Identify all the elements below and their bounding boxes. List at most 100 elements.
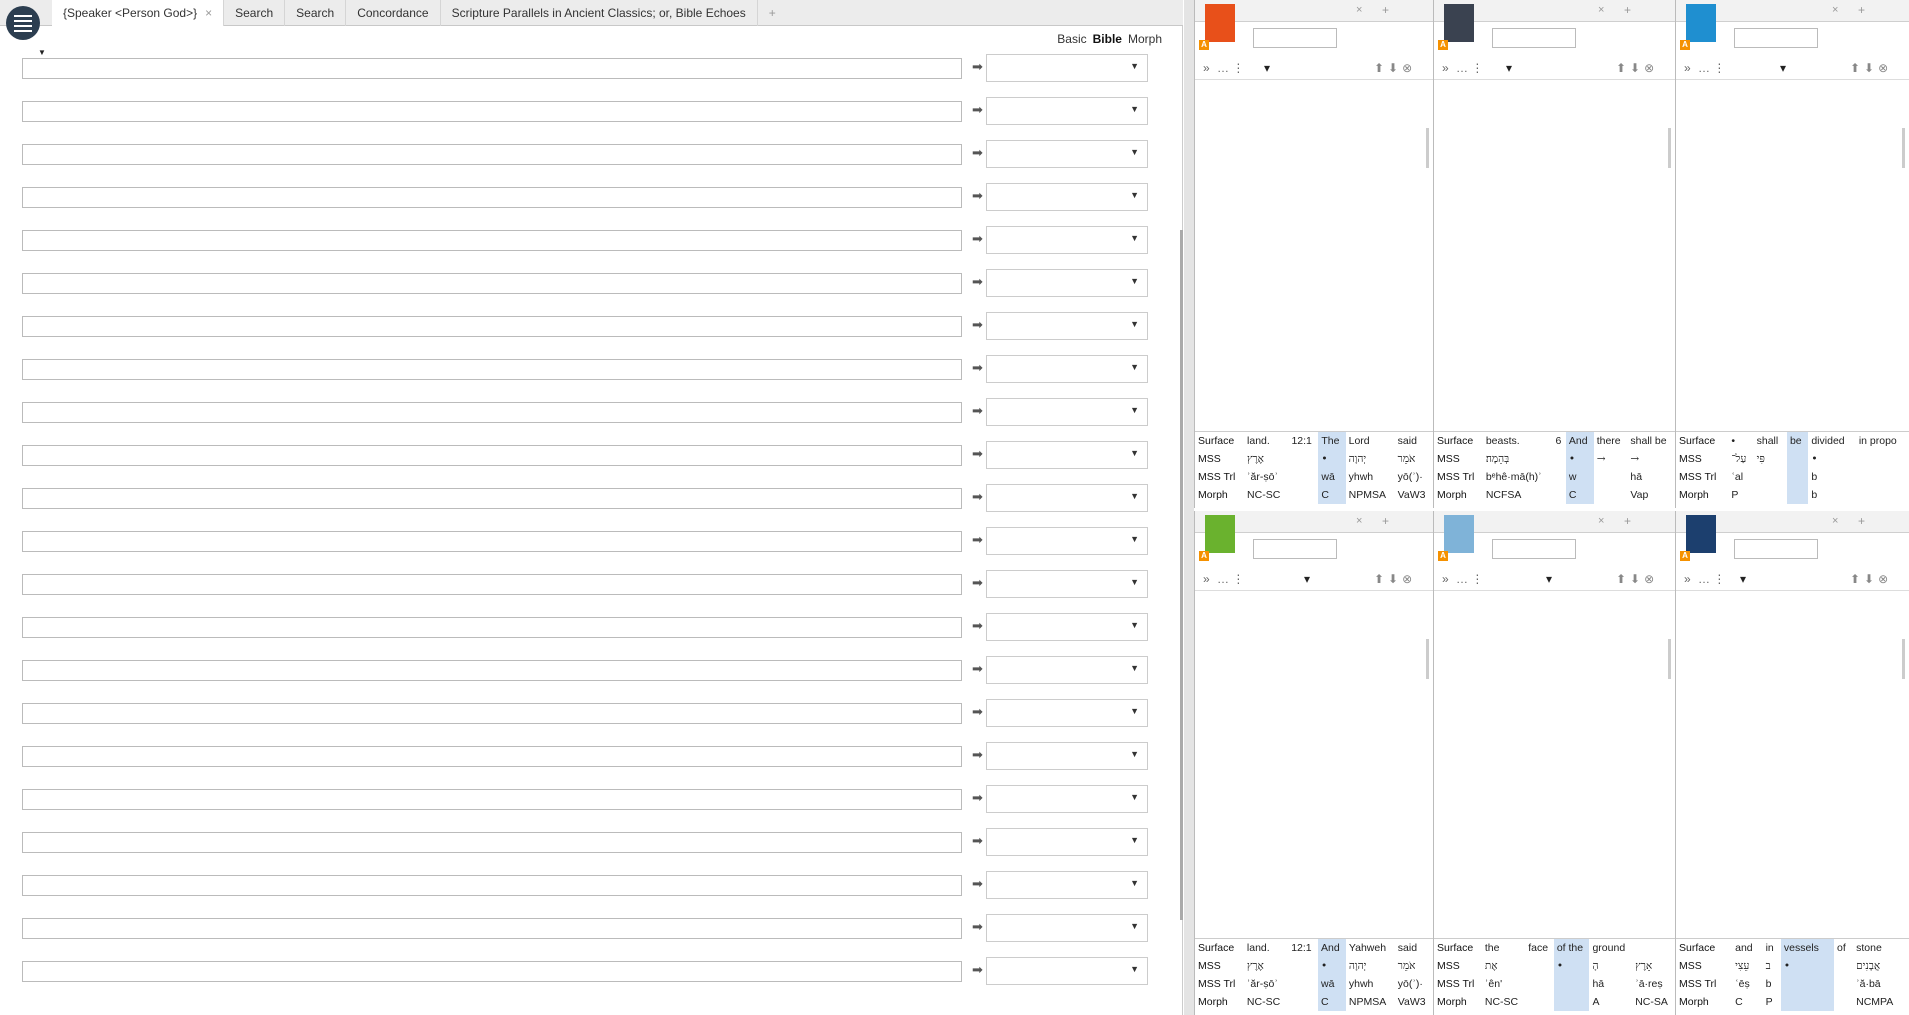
rule-query-input[interactable] xyxy=(22,703,962,724)
rule-query-input[interactable] xyxy=(22,918,962,939)
more-icon[interactable]: … ⋮ xyxy=(1698,572,1725,586)
book-cover[interactable] xyxy=(1205,515,1235,553)
expand-icon[interactable]: » xyxy=(1684,61,1691,75)
more-icon[interactable]: … ⋮ xyxy=(1217,61,1244,75)
formatting-dropdown[interactable]: ▼ xyxy=(986,699,1148,727)
rule-query-input[interactable] xyxy=(22,617,962,638)
more-icon[interactable]: … ⋮ xyxy=(1456,572,1483,586)
plus-icon[interactable]: + xyxy=(1858,514,1865,528)
scroll-mode-dropdown[interactable]: ▾ xyxy=(1506,61,1512,75)
formatting-dropdown[interactable]: ▼ xyxy=(986,183,1148,211)
pane-scrollbar[interactable] xyxy=(1665,599,1673,899)
pane-scrollbar[interactable] xyxy=(1423,599,1431,899)
formatting-dropdown[interactable]: ▼ xyxy=(986,355,1148,383)
rule-query-input[interactable] xyxy=(22,445,962,466)
nav-icons[interactable]: ⬆⬇⊗ xyxy=(1374,572,1416,586)
formatting-dropdown[interactable]: ▼ xyxy=(986,785,1148,813)
nav-icons[interactable]: ⬆⬇⊗ xyxy=(1850,61,1892,75)
nav-icons[interactable]: ⬆⬇⊗ xyxy=(1374,61,1416,75)
scroll-mode-dropdown[interactable]: ▾ xyxy=(1304,572,1310,586)
reference-box[interactable] xyxy=(1492,539,1576,559)
more-icon[interactable]: … ⋮ xyxy=(1217,572,1244,586)
menu-caret-icon[interactable]: ▼ xyxy=(38,48,46,57)
rule-query-input[interactable] xyxy=(22,359,962,380)
tab-3[interactable]: Concordance xyxy=(346,0,441,26)
book-cover[interactable] xyxy=(1686,4,1716,42)
formatting-dropdown[interactable]: ▼ xyxy=(986,312,1148,340)
formatting-dropdown[interactable]: ▼ xyxy=(986,527,1148,555)
formatting-dropdown[interactable]: ▼ xyxy=(986,656,1148,684)
rule-query-input[interactable] xyxy=(22,746,962,767)
rule-query-input[interactable] xyxy=(22,531,962,552)
close-icon[interactable]: × xyxy=(205,6,212,20)
formatting-dropdown[interactable]: ▼ xyxy=(986,828,1148,856)
rule-query-input[interactable] xyxy=(22,273,962,294)
formatting-dropdown[interactable]: ▼ xyxy=(986,914,1148,942)
rule-query-input[interactable] xyxy=(22,187,962,208)
close-icon[interactable]: × xyxy=(1598,4,1604,16)
tab-1[interactable]: Search xyxy=(224,0,286,26)
reference-box[interactable] xyxy=(1253,28,1337,48)
more-icon[interactable]: … ⋮ xyxy=(1698,61,1725,75)
splitter[interactable] xyxy=(1184,0,1194,1015)
book-cover[interactable] xyxy=(1686,515,1716,553)
rule-query-input[interactable] xyxy=(22,144,962,165)
rule-query-input[interactable] xyxy=(22,316,962,337)
scrollbar[interactable] xyxy=(1180,230,1183,920)
close-icon[interactable]: × xyxy=(1598,515,1604,527)
scroll-mode-dropdown[interactable]: ▾ xyxy=(1546,572,1552,586)
rule-query-input[interactable] xyxy=(22,574,962,595)
nav-icons[interactable]: ⬆⬇⊗ xyxy=(1850,572,1892,586)
formatting-dropdown[interactable]: ▼ xyxy=(986,570,1148,598)
close-icon[interactable]: × xyxy=(1356,4,1362,16)
formatting-dropdown[interactable]: ▼ xyxy=(986,398,1148,426)
pane-scrollbar[interactable] xyxy=(1899,599,1907,899)
close-icon[interactable]: × xyxy=(1356,515,1362,527)
menu-icon[interactable] xyxy=(6,6,40,40)
scroll-mode-dropdown[interactable]: ▾ xyxy=(1264,61,1270,75)
find-input[interactable] xyxy=(22,961,962,982)
rule-query-input[interactable] xyxy=(22,402,962,423)
scroll-mode-dropdown[interactable]: ▾ xyxy=(1740,572,1746,586)
formatting-dropdown[interactable]: ▼ xyxy=(986,226,1148,254)
formatting-dropdown[interactable]: ▼ xyxy=(986,441,1148,469)
expand-icon[interactable]: » xyxy=(1203,61,1210,75)
tab-4[interactable]: Scripture Parallels in Ancient Classics;… xyxy=(441,0,758,26)
rule-query-input[interactable] xyxy=(22,789,962,810)
rule-query-input[interactable] xyxy=(22,660,962,681)
reference-box[interactable] xyxy=(1734,539,1818,559)
plus-icon[interactable]: + xyxy=(1858,3,1865,17)
nav-icons[interactable]: ⬆⬇⊗ xyxy=(1616,572,1658,586)
more-icon[interactable]: … ⋮ xyxy=(1456,61,1483,75)
expand-icon[interactable]: » xyxy=(1442,572,1449,586)
formatting-dropdown[interactable]: ▼ xyxy=(986,97,1148,125)
formatting-dropdown[interactable]: ▼ xyxy=(986,742,1148,770)
rule-query-input[interactable] xyxy=(22,101,962,122)
pane-scrollbar[interactable] xyxy=(1899,88,1907,388)
scroll-mode-dropdown[interactable]: ▾ xyxy=(1780,61,1786,75)
mode-basic[interactable]: Basic xyxy=(1057,32,1086,46)
plus-icon[interactable]: + xyxy=(1624,514,1631,528)
new-tab-button[interactable]: + xyxy=(758,0,787,26)
close-icon[interactable]: × xyxy=(1832,4,1838,16)
rule-query-input[interactable] xyxy=(22,230,962,251)
expand-icon[interactable]: » xyxy=(1442,61,1449,75)
pane-scrollbar[interactable] xyxy=(1423,88,1431,388)
book-cover[interactable] xyxy=(1205,4,1235,42)
formatting-dropdown[interactable]: ▼ xyxy=(986,484,1148,512)
rule-query-input[interactable] xyxy=(22,488,962,509)
pane-scrollbar[interactable] xyxy=(1665,88,1673,388)
expand-icon[interactable]: » xyxy=(1684,572,1691,586)
plus-icon[interactable]: + xyxy=(1624,3,1631,17)
rule-query-input[interactable] xyxy=(22,832,962,853)
rule-query-input[interactable] xyxy=(22,875,962,896)
reference-box[interactable] xyxy=(1253,539,1337,559)
tab-0[interactable]: {Speaker <Person God>} × xyxy=(52,0,225,26)
reference-box[interactable] xyxy=(1492,28,1576,48)
formatting-dropdown[interactable]: ▼ xyxy=(986,871,1148,899)
mode-morph[interactable]: Morph xyxy=(1128,32,1162,46)
plus-icon[interactable]: + xyxy=(1382,3,1389,17)
mode-bible[interactable]: Bible xyxy=(1093,32,1122,46)
reference-box[interactable] xyxy=(1734,28,1818,48)
expand-icon[interactable]: » xyxy=(1203,572,1210,586)
